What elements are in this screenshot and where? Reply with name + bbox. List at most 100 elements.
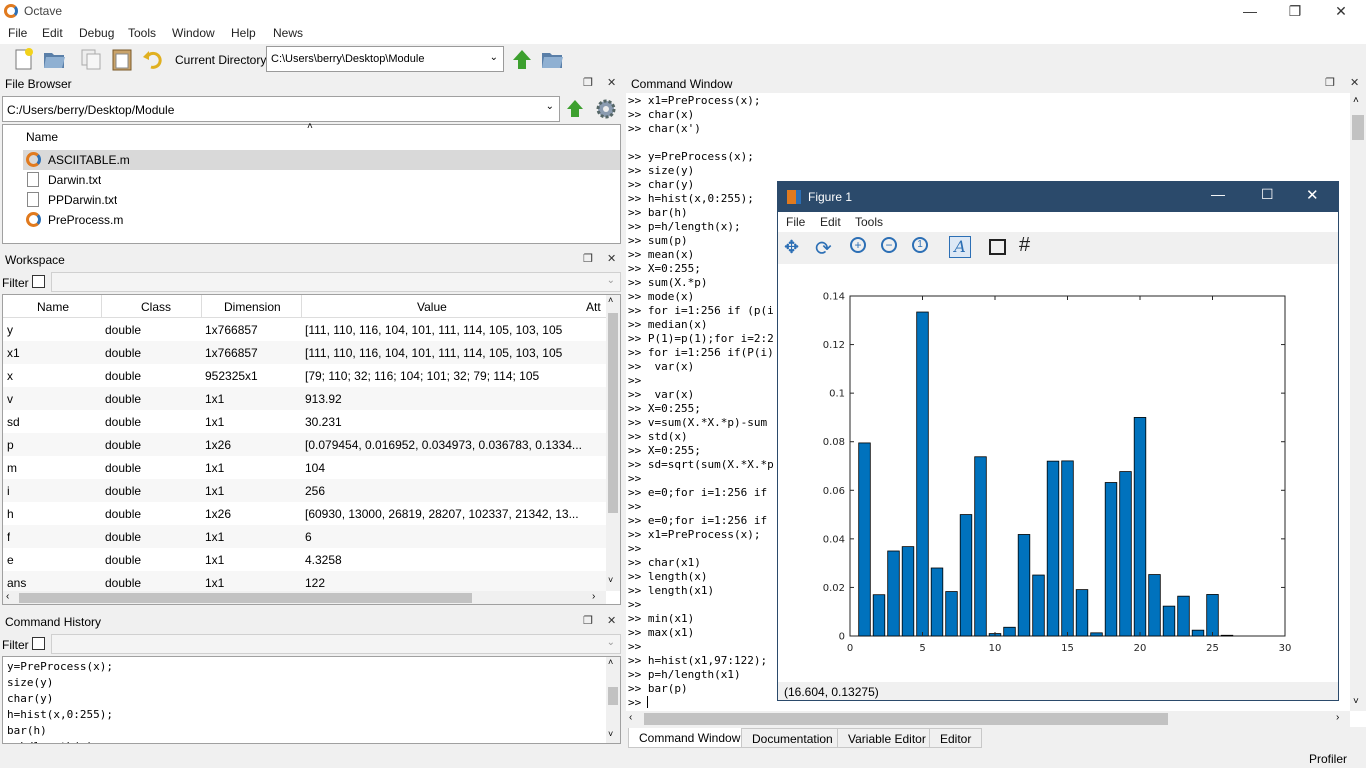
table-row[interactable]: h double 1x26 [60930, 13000, 26819, 28207, … bbox=[3, 502, 606, 525]
scroll-down-icon[interactable]: ˅ bbox=[608, 575, 613, 585]
history-item[interactable]: size(y) bbox=[7, 675, 605, 691]
table-row[interactable]: v double 1x1 913.92 bbox=[3, 387, 606, 410]
table-row[interactable]: e double 1x1 4.3258 bbox=[3, 548, 606, 571]
scroll-up-icon[interactable]: ˄ bbox=[1353, 95, 1359, 106]
gear-icon[interactable] bbox=[594, 97, 618, 121]
undock-icon[interactable]: ❐ bbox=[1325, 76, 1335, 89]
menu-news[interactable]: News bbox=[273, 26, 303, 40]
current-directory-combobox[interactable]: C:\Users\berry\Desktop\Module ⌄ bbox=[266, 46, 504, 72]
workspace-filter-checkbox[interactable] bbox=[32, 275, 45, 288]
close-panel-icon[interactable]: ✕ bbox=[607, 252, 616, 265]
menu-edit[interactable]: Edit bbox=[42, 26, 63, 40]
restore-button[interactable]: ❐ bbox=[1272, 0, 1318, 24]
table-row[interactable]: m double 1x1 104 bbox=[3, 456, 606, 479]
list-item[interactable]: PreProcess.m bbox=[23, 210, 620, 230]
column-header-dimension[interactable]: Dimension bbox=[224, 300, 281, 314]
tab-command-window[interactable]: Command Window bbox=[628, 728, 752, 748]
history-item[interactable]: y=PreProcess(x); bbox=[7, 659, 605, 675]
menu-debug[interactable]: Debug bbox=[79, 26, 114, 40]
profiler-status[interactable]: Profiler bbox=[1309, 752, 1347, 766]
scroll-thumb[interactable] bbox=[644, 713, 1168, 725]
close-button[interactable]: ✕ bbox=[1318, 0, 1364, 24]
scroll-up-icon[interactable]: ˄ bbox=[608, 295, 613, 305]
file-browser-path-combobox[interactable]: C:/Users/berry/Desktop/Module ⌄ bbox=[2, 96, 560, 122]
close-panel-icon[interactable]: ✕ bbox=[607, 76, 616, 89]
table-row[interactable]: y double 1x766857 [111, 110, 116, 104, 101,… bbox=[3, 318, 606, 341]
rotate-icon[interactable]: ⟳ bbox=[815, 236, 832, 261]
workspace-filter-input[interactable]: ⌄ bbox=[51, 272, 621, 292]
close-button[interactable]: ✕ bbox=[1306, 186, 1319, 204]
list-item[interactable]: ASCIITABLE.m bbox=[23, 150, 620, 170]
figure-menu-tools[interactable]: Tools bbox=[855, 215, 883, 229]
minimize-button[interactable]: — bbox=[1211, 186, 1225, 202]
history-item[interactable]: char(y) bbox=[7, 691, 605, 707]
scroll-thumb[interactable] bbox=[608, 313, 618, 513]
vertical-scrollbar[interactable]: ˄ ˅ bbox=[606, 657, 620, 743]
history-item[interactable]: h=hist(x,0:255); bbox=[7, 707, 605, 723]
scroll-right-icon[interactable]: › bbox=[592, 591, 595, 602]
scroll-right-icon[interactable]: › bbox=[1336, 712, 1339, 723]
table-row[interactable]: f double 1x1 6 bbox=[3, 525, 606, 548]
vertical-scrollbar[interactable]: ˄ ˅ bbox=[1350, 93, 1366, 711]
horizontal-scrollbar[interactable]: ‹ › bbox=[626, 711, 1350, 727]
list-item[interactable]: PPDarwin.txt bbox=[23, 190, 620, 210]
history-filter-input[interactable]: ⌄ bbox=[51, 634, 621, 654]
figure-canvas[interactable]: 0 5 10 15 20 25 30 0 0.02 0.04 0.06 0.08 0.1 0.12 0.14 bbox=[778, 264, 1338, 682]
history-filter-checkbox[interactable] bbox=[32, 637, 45, 650]
history-item[interactable]: bar(h) bbox=[7, 723, 605, 739]
open-folder-icon[interactable] bbox=[42, 47, 66, 71]
scroll-thumb[interactable] bbox=[608, 687, 618, 705]
scroll-thumb[interactable] bbox=[1352, 115, 1364, 140]
menu-help[interactable]: Help bbox=[231, 26, 256, 40]
zoom-reset-icon[interactable]: 1 bbox=[912, 237, 928, 253]
undock-icon[interactable]: ❐ bbox=[583, 76, 593, 89]
table-row[interactable]: x double 952325x1 [79; 110; 32; 116; 104; 1… bbox=[3, 364, 606, 387]
parent-directory-icon[interactable] bbox=[564, 97, 588, 121]
close-panel-icon[interactable]: ✕ bbox=[607, 614, 616, 627]
menu-window[interactable]: Window bbox=[172, 26, 215, 40]
history-item[interactable]: p=h/length(x); bbox=[7, 739, 605, 743]
list-item[interactable]: Darwin.txt bbox=[23, 170, 620, 190]
scroll-left-icon[interactable]: ‹ bbox=[6, 591, 9, 602]
insert-text-icon[interactable]: A bbox=[949, 236, 971, 258]
scroll-up-icon[interactable]: ˄ bbox=[608, 657, 613, 667]
scroll-thumb[interactable] bbox=[19, 593, 472, 603]
tab-editor[interactable]: Editor bbox=[929, 728, 983, 748]
figure-menu-file[interactable]: File bbox=[786, 215, 805, 229]
table-row[interactable]: x1 double 1x766857 [111, 110, 116, 104, 101… bbox=[3, 341, 606, 364]
maximize-button[interactable]: ☐ bbox=[1261, 186, 1274, 203]
tab-documentation[interactable]: Documentation bbox=[741, 728, 844, 748]
column-header-class[interactable]: Class bbox=[141, 300, 171, 314]
menu-tools[interactable]: Tools bbox=[128, 26, 156, 40]
axes-box-icon[interactable] bbox=[989, 239, 1006, 255]
new-script-icon[interactable] bbox=[12, 47, 36, 71]
column-header-attribute[interactable]: Att bbox=[586, 300, 601, 314]
parent-directory-icon[interactable] bbox=[510, 47, 534, 71]
scroll-down-icon[interactable]: ˅ bbox=[608, 729, 613, 739]
copy-icon[interactable] bbox=[79, 47, 103, 71]
scroll-left-icon[interactable]: ‹ bbox=[629, 712, 632, 723]
undo-icon[interactable] bbox=[141, 47, 165, 71]
grid-icon[interactable]: # bbox=[1019, 234, 1030, 257]
minimize-button[interactable]: — bbox=[1227, 0, 1273, 24]
zoom-in-icon[interactable]: + bbox=[850, 237, 866, 253]
undock-icon[interactable]: ❐ bbox=[583, 614, 593, 627]
table-row[interactable]: i double 1x1 256 bbox=[3, 479, 606, 502]
zoom-out-icon[interactable]: − bbox=[881, 237, 897, 253]
table-row[interactable]: sd double 1x1 30.231 bbox=[3, 410, 606, 433]
close-panel-icon[interactable]: ✕ bbox=[1350, 76, 1359, 89]
column-header-value[interactable]: Value bbox=[417, 300, 447, 314]
pan-icon[interactable]: ✥ bbox=[784, 237, 799, 258]
undock-icon[interactable]: ❐ bbox=[583, 252, 593, 265]
vertical-scrollbar[interactable]: ˄ ˅ bbox=[606, 295, 620, 591]
table-row[interactable]: p double 1x26 [0.079454, 0.016952, 0.034973… bbox=[3, 433, 606, 456]
figure-menu-edit[interactable]: Edit bbox=[820, 215, 841, 229]
scroll-down-icon[interactable]: ˅ bbox=[1353, 696, 1359, 707]
paste-icon[interactable] bbox=[110, 47, 134, 71]
browse-directory-icon[interactable] bbox=[540, 47, 564, 71]
column-header-name[interactable]: Name bbox=[37, 300, 69, 314]
tab-variable-editor[interactable]: Variable Editor bbox=[837, 728, 937, 748]
menu-file[interactable]: File bbox=[8, 26, 27, 40]
horizontal-scrollbar[interactable]: ‹ › bbox=[3, 591, 606, 604]
column-header-name[interactable]: Name bbox=[26, 130, 58, 144]
